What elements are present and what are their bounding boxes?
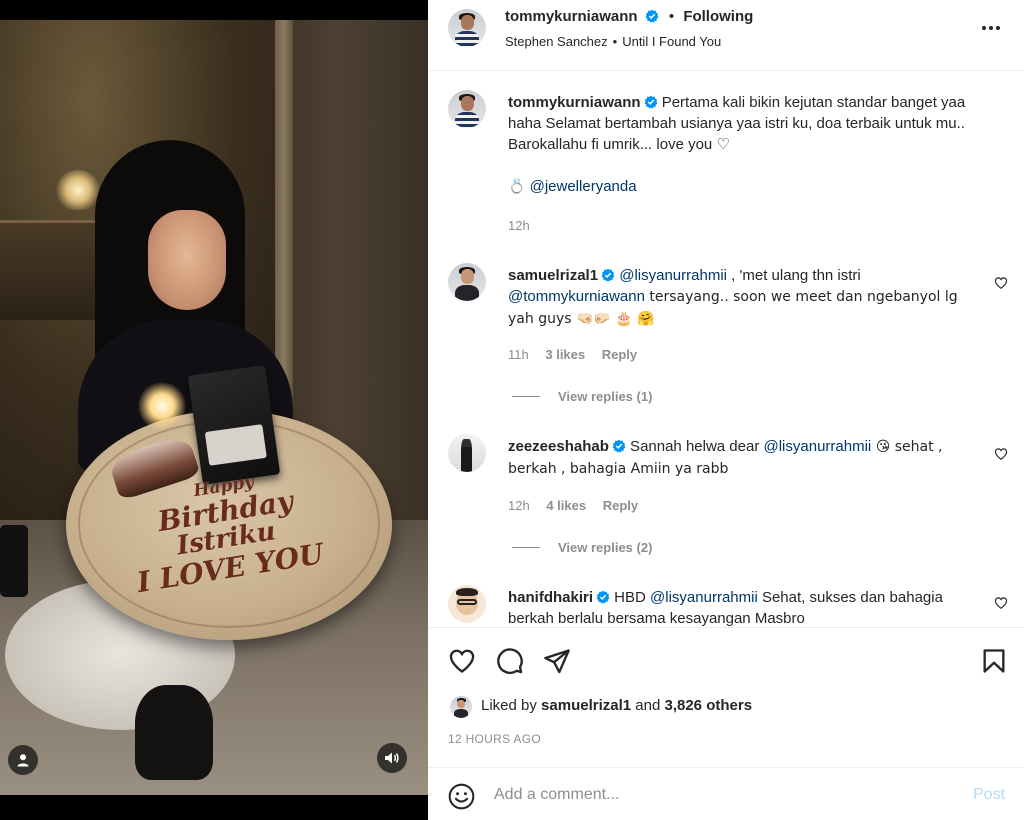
verified-badge-icon bbox=[601, 268, 615, 282]
mention-link[interactable]: @jewelleryanda bbox=[530, 178, 637, 195]
comment-body: Sannah helwa dear bbox=[625, 438, 764, 455]
view-replies-divider bbox=[512, 396, 540, 397]
more-options-icon[interactable] bbox=[980, 18, 1002, 38]
like-heart-icon[interactable] bbox=[448, 647, 476, 675]
comment-body: HBD bbox=[610, 589, 651, 606]
mention-link[interactable]: @lisyanurrahmii bbox=[619, 267, 727, 284]
photo-ring-box bbox=[187, 365, 281, 485]
user-icon bbox=[17, 754, 29, 767]
mention-link[interactable]: @tommykurniawann bbox=[508, 288, 645, 305]
avatar[interactable] bbox=[448, 263, 486, 301]
comment-username[interactable]: samuelrizal1 bbox=[508, 267, 598, 284]
post-comment-button[interactable]: Post bbox=[973, 786, 1005, 804]
verified-badge-icon bbox=[644, 95, 657, 109]
post-photo[interactable]: Happy Birthday Istriku I LOVE YOU bbox=[0, 20, 428, 795]
comment-likes[interactable]: 4 likes bbox=[546, 498, 586, 513]
view-replies-button[interactable]: View replies (2) bbox=[512, 540, 652, 555]
comment-text: zeezeeshahab Sannah helwa dear @lisyanur… bbox=[508, 436, 983, 480]
emoji-smiley-icon[interactable] bbox=[448, 783, 475, 810]
caption-text: tommykurniawann Pertama kali bikin kejut… bbox=[508, 92, 983, 155]
comments-list[interactable]: tommykurniawann Pertama kali bikin kejut… bbox=[428, 72, 1024, 627]
view-replies-label: View replies (1) bbox=[558, 389, 653, 404]
liked-by-prefix: Liked by bbox=[481, 697, 542, 714]
like-comment-heart-icon[interactable] bbox=[994, 276, 1008, 290]
comment-bar: Post bbox=[428, 767, 1024, 820]
comment-time[interactable]: 11h bbox=[508, 347, 529, 362]
bookmark-icon[interactable] bbox=[980, 647, 1008, 675]
view-replies-label: View replies (2) bbox=[558, 540, 653, 555]
caption-mention-line: 💍 @jewelleryanda bbox=[508, 176, 983, 198]
caption-meta: 12h bbox=[508, 218, 543, 233]
photo-candle bbox=[138, 382, 186, 430]
comment-meta: 12h 4 likes Reply bbox=[508, 498, 651, 513]
ring-icon: 💍 bbox=[508, 179, 526, 195]
comment-username[interactable]: zeezeeshahab bbox=[508, 438, 609, 455]
like-comment-heart-icon[interactable] bbox=[994, 596, 1008, 610]
avatar[interactable] bbox=[450, 696, 472, 718]
audio-toggle-button[interactable] bbox=[377, 743, 407, 773]
reply-button[interactable]: Reply bbox=[603, 498, 638, 513]
verified-badge-icon bbox=[612, 439, 626, 453]
photo-chandelier bbox=[56, 170, 100, 210]
audio-artist[interactable]: Stephen Sanchez bbox=[505, 34, 608, 49]
post-media[interactable]: Happy Birthday Istriku I LOVE YOU bbox=[0, 0, 428, 820]
comment-bubble-icon[interactable] bbox=[496, 647, 524, 675]
liked-by-user[interactable]: samuelrizal1 bbox=[541, 697, 631, 714]
like-comment-heart-icon[interactable] bbox=[994, 447, 1008, 461]
audio-song[interactable]: Until I Found You bbox=[622, 34, 721, 49]
photo-person-face bbox=[148, 210, 226, 310]
comment-meta: 11h 3 likes Reply bbox=[508, 347, 650, 362]
tagged-users-button[interactable] bbox=[8, 745, 38, 775]
comment-likes[interactable]: 3 likes bbox=[545, 347, 585, 362]
photo-shelf bbox=[0, 220, 95, 320]
likes-count[interactable]: 3,826 others bbox=[664, 697, 752, 714]
audio-separator: • bbox=[612, 34, 618, 49]
comment-body: , 'met ulang thn istri bbox=[727, 267, 861, 284]
header-title-line: tommykurniawann • Following bbox=[505, 8, 753, 25]
share-send-icon[interactable] bbox=[543, 647, 571, 675]
post-timestamp[interactable]: 12 HOURS AGO bbox=[448, 732, 541, 746]
verified-badge-icon bbox=[645, 9, 659, 23]
post-actions: Liked by samuelrizal1 and 3,826 others 1… bbox=[428, 627, 1024, 767]
avatar[interactable] bbox=[448, 9, 486, 47]
following-button[interactable]: Following bbox=[683, 8, 753, 25]
post-header: tommykurniawann • Following Stephen Sanc… bbox=[428, 0, 1024, 71]
view-replies-button[interactable]: View replies (1) bbox=[512, 389, 652, 404]
comment-time[interactable]: 12h bbox=[508, 498, 530, 513]
avatar[interactable] bbox=[448, 434, 486, 472]
comment-text: samuelrizal1 @lisyanurrahmii , 'met ulan… bbox=[508, 265, 983, 330]
avatar[interactable] bbox=[448, 90, 486, 128]
verified-badge-icon bbox=[596, 590, 610, 604]
audio-info[interactable]: Stephen Sanchez • Until I Found You bbox=[505, 34, 721, 49]
speaker-icon bbox=[385, 752, 399, 764]
view-replies-divider bbox=[512, 547, 540, 548]
mention-link[interactable]: @lisyanurrahmii bbox=[764, 438, 872, 455]
caption-time[interactable]: 12h bbox=[508, 218, 530, 233]
liked-by-text: Liked by samuelrizal1 and 3,826 others bbox=[481, 697, 752, 714]
post-panel: tommykurniawann • Following Stephen Sanc… bbox=[428, 0, 1024, 820]
add-comment-input[interactable] bbox=[494, 782, 944, 808]
reply-button[interactable]: Reply bbox=[602, 347, 637, 362]
mention-link[interactable]: @lisyanurrahmii bbox=[650, 589, 758, 606]
photo-cup bbox=[135, 685, 213, 780]
comment-username[interactable]: hanifdhakiri bbox=[508, 589, 593, 606]
liked-by-middle: and bbox=[631, 697, 665, 714]
comment-text: hanifdhakiri HBD @lisyanurrahmii Sehat, … bbox=[508, 587, 983, 627]
caption-username[interactable]: tommykurniawann bbox=[508, 94, 641, 111]
avatar[interactable] bbox=[448, 585, 486, 623]
header-dot: • bbox=[668, 8, 675, 25]
post-author-username[interactable]: tommykurniawann bbox=[505, 8, 638, 25]
photo-phone bbox=[0, 525, 28, 597]
